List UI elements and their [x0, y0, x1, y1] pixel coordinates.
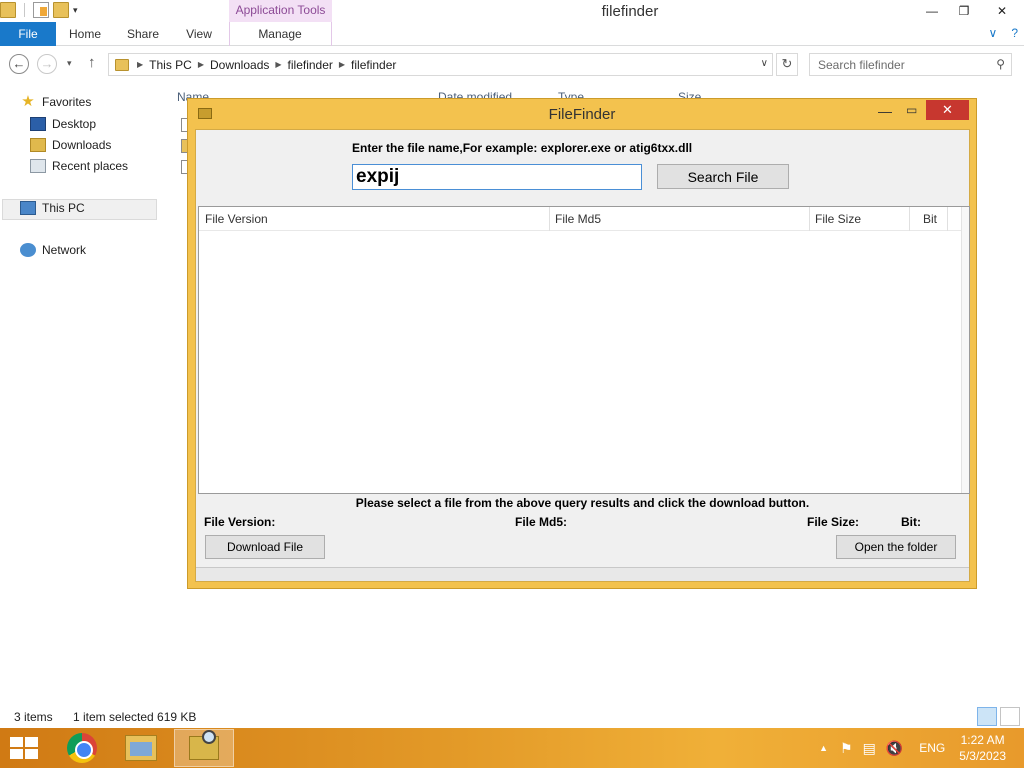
- address-dropdown-icon[interactable]: ∨: [761, 58, 768, 69]
- up-button[interactable]: ↑: [88, 54, 96, 71]
- file-explorer-icon: [125, 735, 157, 761]
- breadcrumb-downloads[interactable]: Downloads: [210, 58, 269, 72]
- col-file-size[interactable]: File Size: [815, 212, 861, 228]
- close-icon[interactable]: ✕: [980, 0, 1024, 22]
- folder-icon: [0, 2, 16, 18]
- navigation-pane: ★ Favorites Desktop Downloads Recent pla…: [0, 86, 160, 706]
- filefinder-window: FileFinder — ▭ ✕ Enter the file name,For…: [187, 98, 977, 589]
- filefinder-client: Enter the file name,For example: explore…: [195, 129, 970, 582]
- chrome-icon: [67, 733, 97, 763]
- ribbon: File Home Share View Manage ∨ ?: [0, 22, 1024, 46]
- info-file-version: File Version:: [204, 515, 276, 529]
- taskbar-chrome[interactable]: [52, 729, 112, 767]
- folder-icon: [115, 58, 129, 71]
- computer-icon: [20, 201, 36, 215]
- tab-manage[interactable]: Manage: [240, 22, 320, 46]
- network-tray-icon[interactable]: ▤: [863, 740, 876, 757]
- nav-downloads[interactable]: Downloads: [30, 138, 111, 152]
- file-name-input[interactable]: [352, 164, 642, 190]
- system-tray: ▲ ⚑ ▤ 🔇 ENG 1:22 AM 5/3/2023: [819, 728, 1024, 768]
- forward-button[interactable]: →: [37, 54, 57, 74]
- back-button[interactable]: ←: [9, 54, 29, 74]
- filefinder-titlebar: FileFinder — ▭ ✕: [188, 99, 976, 129]
- window-title: filefinder: [601, 3, 659, 20]
- nav-favorites[interactable]: ★ Favorites: [20, 93, 91, 110]
- tab-file[interactable]: File: [0, 22, 56, 46]
- new-folder-icon[interactable]: [53, 2, 69, 18]
- taskbar: ▲ ⚑ ▤ 🔇 ENG 1:22 AM 5/3/2023: [0, 728, 1024, 768]
- clock-date: 5/3/2023: [959, 749, 1006, 763]
- breadcrumb-filefinder[interactable]: filefinder: [288, 58, 333, 72]
- search-file-button[interactable]: Search File: [657, 164, 789, 189]
- address-bar[interactable]: ▶ This PC ▶ Downloads ▶ filefinder ▶ fil…: [108, 53, 773, 76]
- address-row: ← → ▾ ↑ ▶ This PC ▶ Downloads ▶ filefind…: [0, 46, 1024, 84]
- start-button[interactable]: [10, 737, 38, 759]
- search-prompt: Enter the file name,For example: explore…: [352, 141, 693, 155]
- volume-muted-icon[interactable]: 🔇: [886, 740, 903, 757]
- search-input[interactable]: [810, 54, 985, 75]
- desktop-icon: [30, 117, 46, 131]
- filefinder-status-strip: [196, 567, 969, 581]
- explorer-titlebar: ▾ Application Tools filefinder — ❐ ✕: [0, 0, 1024, 24]
- col-file-version[interactable]: File Version: [205, 212, 268, 228]
- selection-info: 1 item selected 619 KB: [73, 710, 197, 724]
- help-icon[interactable]: ?: [1011, 26, 1018, 40]
- close-icon[interactable]: ✕: [926, 100, 969, 120]
- properties-icon[interactable]: [33, 2, 49, 18]
- expand-ribbon-icon[interactable]: ∨: [989, 26, 998, 40]
- language-indicator[interactable]: ENG: [919, 741, 945, 755]
- clock[interactable]: 1:22 AM 5/3/2023: [959, 732, 1006, 764]
- col-bit[interactable]: Bit: [923, 212, 937, 228]
- star-icon: ★: [21, 93, 35, 110]
- flag-icon[interactable]: ⚑: [840, 740, 853, 757]
- minimize-icon[interactable]: —: [916, 0, 948, 22]
- status-bar: 3 items 1 item selected 619 KB: [0, 706, 1024, 728]
- restore-icon[interactable]: ❐: [948, 0, 980, 22]
- quick-access-toolbar: ▾: [0, 2, 78, 18]
- taskbar-filefinder[interactable]: [174, 729, 234, 767]
- tab-view[interactable]: View: [176, 22, 222, 46]
- network-icon: [20, 243, 36, 257]
- search-icon[interactable]: ⚲: [996, 57, 1005, 71]
- nav-network[interactable]: Network: [20, 243, 86, 257]
- results-scrollbar[interactable]: [961, 207, 969, 493]
- details-view-icon[interactable]: [977, 707, 997, 726]
- show-hidden-icons-icon[interactable]: ▲: [819, 743, 828, 753]
- breadcrumb-filefinder-sub[interactable]: filefinder: [351, 58, 396, 72]
- recent-places-icon: [30, 159, 46, 173]
- explorer-search: ⚲: [809, 53, 1012, 76]
- results-list[interactable]: File Version File Md5 File Size Bit: [198, 206, 970, 494]
- nav-desktop[interactable]: Desktop: [30, 117, 96, 131]
- info-file-size: File Size:: [807, 515, 860, 529]
- taskbar-file-explorer[interactable]: [111, 729, 171, 767]
- results-header: File Version File Md5 File Size Bit: [199, 207, 963, 231]
- recent-locations-icon[interactable]: ▾: [67, 58, 72, 69]
- nav-recent-places[interactable]: Recent places: [30, 159, 128, 173]
- customize-qat-icon[interactable]: ▾: [73, 5, 78, 16]
- filefinder-title: FileFinder: [548, 106, 616, 123]
- contextual-tab-header: Application Tools: [229, 0, 332, 22]
- window-controls: — ❐ ✕: [916, 0, 1024, 22]
- clock-time: 1:22 AM: [960, 733, 1005, 747]
- download-hint: Please select a file from the above quer…: [355, 496, 810, 510]
- breadcrumb-thispc[interactable]: This PC: [149, 58, 192, 72]
- nav-this-pc[interactable]: This PC: [20, 201, 85, 215]
- maximize-icon[interactable]: ▭: [906, 103, 917, 117]
- large-icons-view-icon[interactable]: [1000, 707, 1020, 726]
- tab-share[interactable]: Share: [120, 22, 166, 46]
- info-file-md5: File Md5:: [515, 515, 568, 529]
- filefinder-icon: [189, 730, 219, 760]
- info-bit: Bit:: [901, 515, 921, 529]
- download-file-button[interactable]: Download File: [205, 535, 325, 559]
- col-file-md5[interactable]: File Md5: [555, 212, 601, 228]
- open-folder-button[interactable]: Open the folder: [836, 535, 956, 559]
- minimize-icon[interactable]: —: [878, 103, 892, 119]
- refresh-button[interactable]: ↻: [776, 53, 798, 76]
- downloads-icon: [30, 138, 46, 152]
- item-count: 3 items: [14, 710, 53, 724]
- tab-home[interactable]: Home: [62, 22, 108, 46]
